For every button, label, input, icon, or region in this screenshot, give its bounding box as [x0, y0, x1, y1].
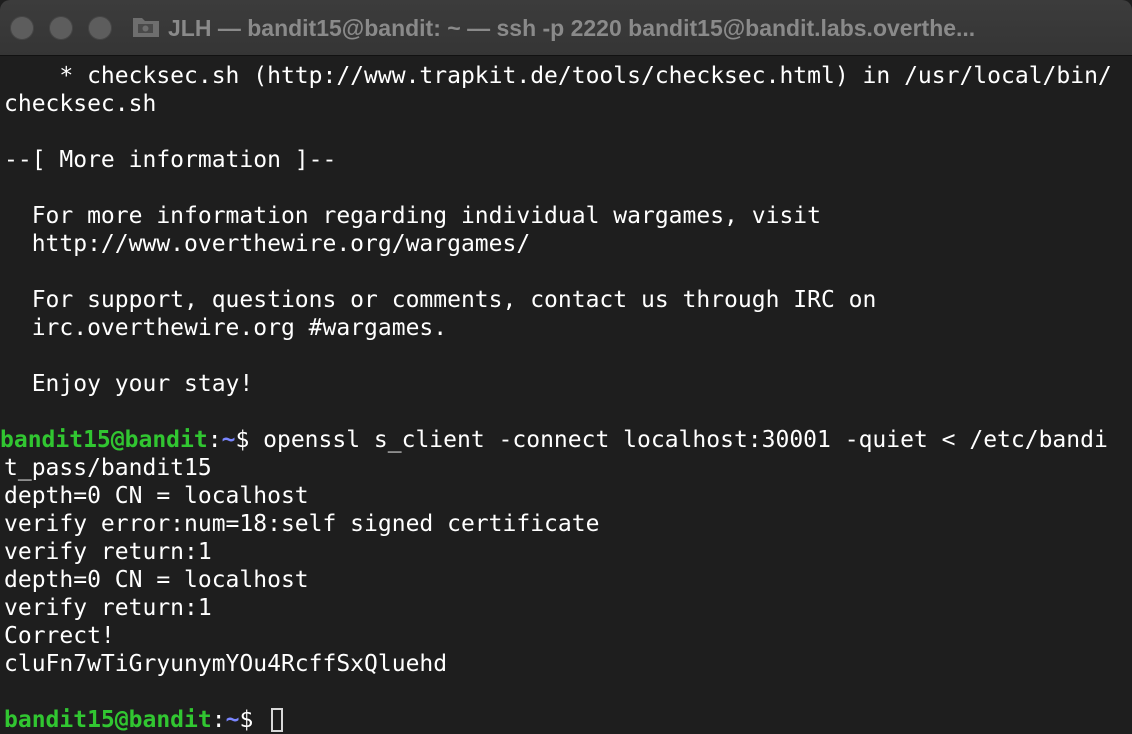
terminal-window: JLH — bandit15@bandit: ~ — ssh -p 2220 b…: [0, 0, 1132, 734]
prompt-separator: :: [207, 427, 222, 453]
prompt-path: ~: [221, 427, 236, 453]
terminal-line: checksec.sh: [4, 91, 157, 117]
terminal-line: For more information regarding individua…: [4, 203, 821, 229]
output-line: verify error:num=18:self signed certific…: [4, 511, 600, 537]
minimize-window-button[interactable]: [49, 16, 73, 40]
terminal-line: * checksec.sh (http://www.trapkit.de/too…: [4, 63, 1112, 89]
prompt-user-host: bandit15@bandit: [0, 427, 208, 453]
output-line: t_pass/bandit15: [4, 455, 212, 481]
title-bar[interactable]: JLH — bandit15@bandit: ~ — ssh -p 2220 b…: [0, 0, 1132, 56]
output-line: depth=0 CN = localhost: [4, 567, 309, 593]
prompt-user-host: bandit15@bandit: [4, 707, 212, 733]
terminal-content[interactable]: * checksec.sh (http://www.trapkit.de/too…: [0, 60, 1128, 733]
zoom-window-button[interactable]: [88, 16, 112, 40]
folder-icon: [133, 18, 159, 37]
prompt-separator: :: [211, 707, 226, 733]
prompt-path: ~: [225, 707, 240, 733]
command-text: openssl s_client -connect localhost:3000…: [263, 427, 1108, 453]
terminal-line: For support, questions or comments, cont…: [4, 287, 877, 313]
text-cursor[interactable]: [271, 708, 284, 732]
terminal-line: irc.overthewire.org #wargames.: [4, 315, 448, 341]
output-line: verify return:1: [4, 539, 212, 565]
prompt-dollar: $: [235, 427, 264, 453]
prompt-line: bandit15@bandit:~$: [4, 706, 284, 734]
terminal-line: Enjoy your stay!: [4, 371, 254, 397]
output-line: Correct!: [4, 623, 115, 649]
prompt-line: bandit15@bandit:~$ openssl s_client -con…: [0, 426, 1108, 454]
terminal-line: http://www.overthewire.org/wargames/: [4, 231, 531, 257]
window-title: JLH — bandit15@bandit: ~ — ssh -p 2220 b…: [168, 15, 976, 41]
close-window-button[interactable]: [10, 16, 34, 40]
prompt-dollar: $: [239, 707, 268, 733]
output-line: depth=0 CN = localhost: [4, 483, 309, 509]
terminal-line: --[ More information ]--: [4, 147, 337, 173]
output-line: verify return:1: [4, 595, 212, 621]
output-line: cluFn7wTiGryunymYOu4RcffSxQluehd: [4, 651, 448, 677]
